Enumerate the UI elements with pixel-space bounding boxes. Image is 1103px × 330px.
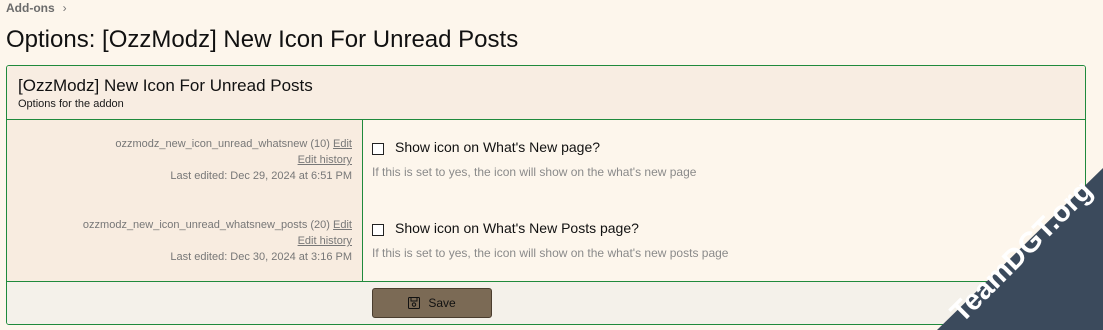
page-title: Options: [OzzModz] New Icon For Unread P… [6, 26, 519, 53]
breadcrumb-addons-link[interactable]: Add-ons [6, 1, 55, 15]
edit-history-link[interactable]: Edit history [115, 152, 352, 168]
last-edited: Last edited: Dec 30, 2024 at 3:16 PM [170, 251, 352, 263]
option-label[interactable]: Show icon on What's New Posts page? [395, 220, 639, 236]
show-icon-whatsnew-posts-checkbox[interactable] [372, 224, 384, 236]
save-icon [408, 297, 421, 309]
block-title: [OzzModz] New Icon For Unread Posts [18, 76, 313, 95]
option-meta-whatsnew: ozzmodz_new_icon_unread_whatsnew (10) Ed… [115, 136, 352, 184]
option-label[interactable]: Show icon on What's New page? [395, 139, 600, 155]
option-rows: ozzmodz_new_icon_unread_whatsnew (10) Ed… [7, 120, 1085, 281]
last-edited: Last edited: Dec 29, 2024 at 6:51 PM [170, 170, 352, 182]
form-footer: Save [7, 281, 1085, 324]
option-hint: If this is set to yes, the icon will sho… [372, 165, 697, 179]
option-meta-column: ozzmodz_new_icon_unread_whatsnew (10) Ed… [7, 120, 363, 281]
option-id: ozzmodz_new_icon_unread_whatsnew_posts (… [82, 219, 330, 231]
block-header: [OzzModz] New Icon For Unread Posts Opti… [7, 66, 1085, 120]
chevron-right-icon: › [62, 1, 67, 15]
option-meta-whatsnew-posts: ozzmodz_new_icon_unread_whatsnew_posts (… [83, 217, 352, 265]
show-icon-whatsnew-checkbox[interactable] [372, 143, 384, 155]
option-hint: If this is set to yes, the icon will sho… [372, 246, 729, 260]
edit-link[interactable]: Edit [333, 138, 352, 150]
option-id: ozzmodz_new_icon_unread_whatsnew (10) [115, 138, 330, 150]
options-block: [OzzModz] New Icon For Unread Posts Opti… [6, 65, 1086, 325]
save-label: Save [428, 296, 456, 310]
edit-link[interactable]: Edit [333, 219, 352, 231]
breadcrumb: Add-ons › [6, 0, 67, 16]
block-description: Options for the addon [18, 98, 124, 110]
save-button[interactable]: Save [372, 288, 492, 318]
edit-history-link[interactable]: Edit history [83, 233, 352, 249]
